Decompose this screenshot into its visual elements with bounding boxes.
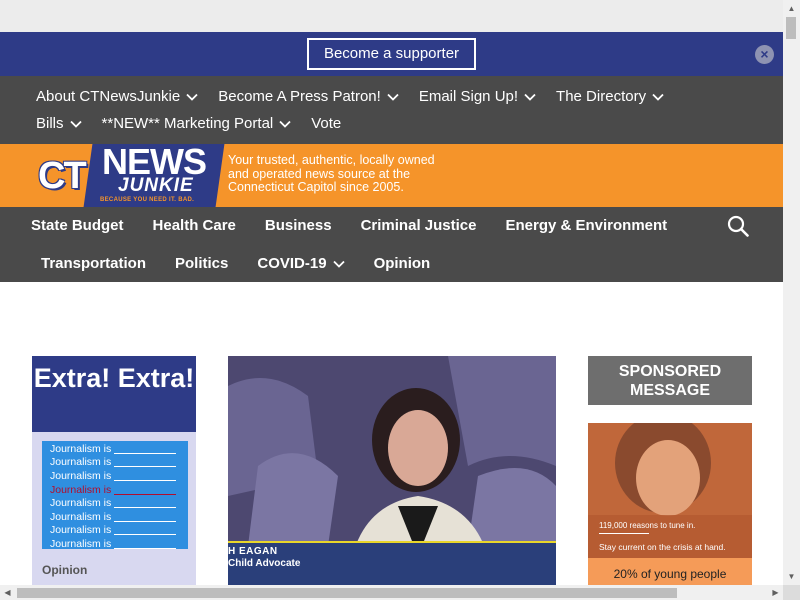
utility-nav-label: About CTNewsJunkie <box>36 88 181 105</box>
utility-nav-item-email-signup[interactable]: Email Sign Up! <box>419 88 536 105</box>
journalism-line-highlight: Journalism is <box>42 483 188 497</box>
journalism-line: Journalism is <box>42 469 188 483</box>
sponsored-ad[interactable]: 119,000 reasons to tune in. Stay current… <box>588 423 752 585</box>
utility-nav-item-marketing-portal[interactable]: **NEW** Marketing Portal <box>102 115 292 132</box>
brand-bar: CT NEWS JUNKIE BECAUSE YOU NEED IT. BAD.… <box>0 144 783 207</box>
chevron-down-icon <box>524 91 536 103</box>
utility-nav-label: The Directory <box>556 88 647 105</box>
featured-story-image[interactable]: H EAGAN Child Advocate <box>228 356 556 585</box>
blank-underline <box>114 485 177 495</box>
scroll-up-arrow-icon[interactable]: ▲ <box>783 0 800 17</box>
blank-underline <box>114 471 177 481</box>
journalism-line-text: Journalism is <box>50 524 112 537</box>
chevron-down-icon <box>186 91 198 103</box>
utility-nav-item-vote[interactable]: Vote <box>311 115 341 132</box>
main-nav: State Budget Health Care Business Crimin… <box>0 207 783 282</box>
journalism-line-text: Journalism is <box>50 510 112 523</box>
horizontal-scroll-thumb[interactable] <box>17 588 677 598</box>
category-label[interactable]: Opinion <box>42 563 87 577</box>
blank-underline <box>114 457 177 468</box>
utility-nav-item-bills[interactable]: Bills <box>36 115 82 132</box>
journalism-line: Journalism is <box>42 456 188 470</box>
utility-nav-label: Bills <box>36 115 64 132</box>
chevron-down-icon <box>387 91 399 103</box>
main-nav-row: State Budget Health Care Business Crimin… <box>31 207 696 244</box>
become-supporter-button[interactable]: Become a supporter <box>306 38 477 70</box>
search-icon[interactable] <box>727 215 749 237</box>
chevron-down-icon <box>279 118 291 130</box>
promo-headline: Extra! Extra! <box>32 356 196 432</box>
blank-underline <box>114 539 177 549</box>
scroll-right-arrow-icon[interactable]: ▶ <box>768 585 783 600</box>
sponsored-column: SPONSORED MESSAGE 119,000 reasons to tun… <box>588 356 752 585</box>
caption-rule <box>228 541 556 543</box>
logo-tagline: BECAUSE YOU NEED IT. BAD. <box>100 197 195 203</box>
close-icon[interactable]: × <box>755 45 774 64</box>
content-area: Extra! Extra! Journalism is Journalism i… <box>0 282 783 585</box>
main-nav-item-criminal-justice[interactable]: Criminal Justice <box>361 217 477 234</box>
utility-nav-item-directory[interactable]: The Directory <box>556 88 664 105</box>
caption-role: Child Advocate <box>228 558 301 569</box>
sponsored-message-label: SPONSORED MESSAGE <box>588 356 752 405</box>
ad-stat-text: 20% of young people <box>588 558 752 585</box>
main-nav-row: Transportation Politics COVID-19 Opinion <box>41 245 459 282</box>
utility-nav-label: Become A Press Patron! <box>218 88 381 105</box>
utility-nav-row: Bills **NEW** Marketing Portal Vote <box>36 110 783 137</box>
main-nav-item-transportation[interactable]: Transportation <box>41 255 146 272</box>
ad-text-sub: Stay current on the crisis at hand. <box>599 542 726 552</box>
page: Become a supporter × About CTNewsJunkie … <box>0 0 783 585</box>
ad-divider <box>599 533 649 534</box>
scroll-left-arrow-icon[interactable]: ◀ <box>0 585 15 600</box>
main-nav-item-opinion[interactable]: Opinion <box>374 255 431 272</box>
journalism-line-text: Journalism is <box>50 483 112 496</box>
main-nav-item-state-budget[interactable]: State Budget <box>31 217 124 234</box>
logo-ct: CT <box>38 155 87 197</box>
extra-extra-promo[interactable]: Extra! Extra! Journalism is Journalism i… <box>32 356 196 585</box>
utility-nav-label: Vote <box>311 115 342 132</box>
journalism-line: Journalism is <box>42 524 188 538</box>
journalism-line: Journalism is <box>42 510 188 524</box>
blank-underline <box>114 444 177 454</box>
ad-text-headline: 119,000 reasons to tune in. <box>599 521 696 530</box>
support-bar: Become a supporter × <box>0 32 783 76</box>
utility-nav-item-press-patron[interactable]: Become A Press Patron! <box>218 88 399 105</box>
vertical-scroll-thumb[interactable] <box>786 17 796 39</box>
scrollbar-corner <box>783 585 800 600</box>
blank-underline <box>114 512 177 522</box>
journalism-line: Journalism is <box>42 442 188 456</box>
journalism-line: Journalism is <box>42 537 188 551</box>
chevron-down-icon <box>332 258 345 270</box>
scroll-down-arrow-icon[interactable]: ▼ <box>783 568 800 585</box>
caption-name: H EAGAN <box>228 546 278 557</box>
journalism-line-text: Journalism is <box>50 442 112 455</box>
main-nav-item-health-care[interactable]: Health Care <box>153 217 236 234</box>
main-nav-item-politics[interactable]: Politics <box>175 255 228 272</box>
main-nav-label: COVID-19 <box>257 255 327 272</box>
utility-nav-label: Email Sign Up! <box>418 88 519 105</box>
chevron-down-icon <box>652 91 664 103</box>
site-logo[interactable]: CT NEWS JUNKIE BECAUSE YOU NEED IT. BAD. <box>38 144 225 207</box>
vertical-scrollbar[interactable]: ▲ ▼ <box>783 0 800 585</box>
journalism-line-text: Journalism is <box>50 469 112 482</box>
top-gap <box>0 0 783 32</box>
utility-nav-row: About CTNewsJunkie Become A Press Patron… <box>36 76 783 110</box>
journalism-line-text: Journalism is <box>50 497 112 510</box>
main-nav-item-energy-environment[interactable]: Energy & Environment <box>505 217 667 234</box>
journalism-line-text: Journalism is <box>50 456 112 469</box>
main-nav-item-business[interactable]: Business <box>265 217 332 234</box>
logo-junkie: JUNKIE <box>118 175 194 196</box>
utility-nav-item-about[interactable]: About CTNewsJunkie <box>36 88 198 105</box>
journalism-is-graphic: Journalism is Journalism is Journalism i… <box>42 441 188 551</box>
journalism-line: Journalism is <box>42 496 188 510</box>
site-tagline: Your trusted, authentic, locally owned a… <box>228 153 435 194</box>
journalism-line-text: Journalism is <box>50 537 112 550</box>
main-nav-item-covid19[interactable]: COVID-19 <box>257 255 345 272</box>
utility-nav: About CTNewsJunkie Become A Press Patron… <box>0 76 783 144</box>
chevron-down-icon <box>69 118 82 130</box>
horizontal-scrollbar[interactable]: ◀ ▶ <box>0 585 783 600</box>
utility-nav-label: **NEW** Marketing Portal <box>101 115 274 132</box>
blank-underline <box>114 525 177 536</box>
blank-underline <box>114 498 177 509</box>
